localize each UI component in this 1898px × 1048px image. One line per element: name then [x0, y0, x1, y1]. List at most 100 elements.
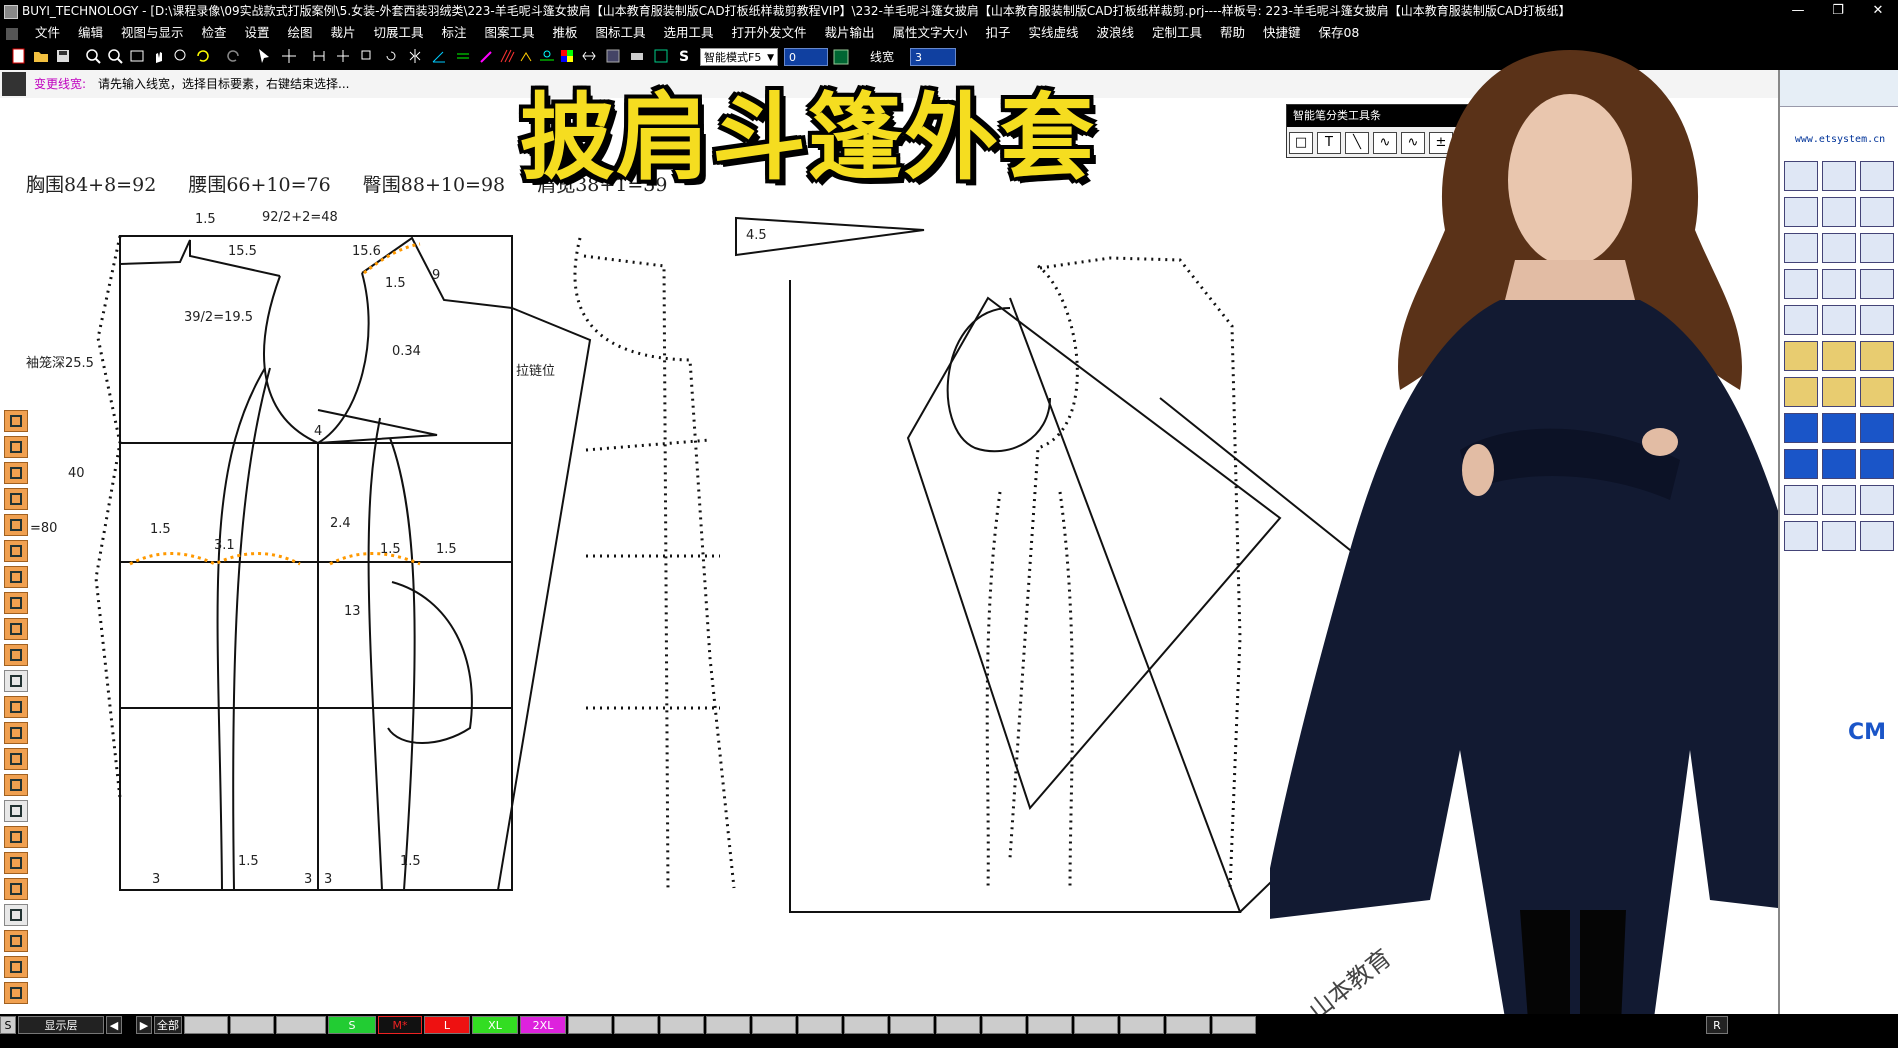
right-tool-button[interactable]: [1784, 269, 1818, 299]
menu-grading[interactable]: 推板: [545, 22, 584, 43]
copy-tool-icon[interactable]: [358, 47, 376, 65]
undo-icon[interactable]: [194, 47, 212, 65]
blank-layer-cell[interactable]: [276, 1016, 326, 1034]
blank-layer-cell[interactable]: [936, 1016, 980, 1034]
left-tool-button[interactable]: [4, 540, 28, 562]
fit-screen-icon[interactable]: [128, 47, 146, 65]
left-tool-button[interactable]: [4, 462, 28, 484]
menu-check[interactable]: 检查: [194, 22, 233, 43]
mirror-icon[interactable]: [406, 47, 424, 65]
blank-layer-cell[interactable]: [660, 1016, 704, 1034]
blank-layer-cell[interactable]: [1166, 1016, 1210, 1034]
s-toggle[interactable]: S: [0, 1016, 16, 1034]
right-tool-button[interactable]: [1860, 521, 1894, 551]
right-tool-button[interactable]: [1860, 485, 1894, 515]
pen-icon[interactable]: [478, 47, 496, 65]
cross-tool-icon[interactable]: [334, 47, 352, 65]
move-icon[interactable]: [280, 47, 298, 65]
left-tool-button[interactable]: [4, 852, 28, 874]
size-xl[interactable]: XL: [472, 1016, 518, 1034]
right-tool-button[interactable]: [1784, 197, 1818, 227]
open-folder-icon[interactable]: [32, 47, 50, 65]
right-tool-button[interactable]: [1860, 269, 1894, 299]
menu-view[interactable]: 视图与显示: [114, 22, 191, 43]
right-tool-button[interactable]: [1784, 521, 1818, 551]
blank-layer-cell[interactable]: [890, 1016, 934, 1034]
right-tool-button[interactable]: [1860, 197, 1894, 227]
right-tool-button[interactable]: [1822, 161, 1856, 191]
blank-layer-cell[interactable]: [1074, 1016, 1118, 1034]
angle-icon[interactable]: [430, 47, 448, 65]
prev-layer-button[interactable]: ◀: [106, 1016, 122, 1034]
menu-text-size[interactable]: 属性文字大小: [885, 22, 974, 43]
menu-slash-spread[interactable]: 切展工具: [366, 22, 430, 43]
minimize-button[interactable]: —: [1778, 0, 1818, 22]
hatch-icon[interactable]: [498, 47, 516, 65]
left-tool-button[interactable]: [4, 956, 28, 978]
right-tool-button[interactable]: [1822, 341, 1856, 371]
display-layer-button[interactable]: 显示层: [18, 1016, 104, 1034]
pan-hand-icon[interactable]: [150, 47, 168, 65]
save-icon[interactable]: [54, 47, 72, 65]
next-layer-button[interactable]: ▶: [136, 1016, 152, 1034]
left-tool-button[interactable]: [4, 748, 28, 770]
right-tool-button[interactable]: [1784, 161, 1818, 191]
menu-help[interactable]: 帮助: [1213, 22, 1252, 43]
blank-layer-cell[interactable]: [1212, 1016, 1256, 1034]
r-toggle[interactable]: R: [1706, 1016, 1728, 1034]
right-tool-button[interactable]: [1860, 449, 1894, 479]
right-tool-button[interactable]: [1822, 377, 1856, 407]
blank-layer-cell[interactable]: [568, 1016, 612, 1034]
right-tool-button[interactable]: [1860, 161, 1894, 191]
right-tool-button[interactable]: [1860, 341, 1894, 371]
menu-pattern-tools[interactable]: 图案工具: [477, 22, 541, 43]
right-tool-button[interactable]: [1784, 305, 1818, 335]
left-tool-button[interactable]: [4, 644, 28, 666]
right-tool-button[interactable]: [1860, 305, 1894, 335]
blank-layer-cell[interactable]: [982, 1016, 1026, 1034]
right-tool-button[interactable]: [1822, 233, 1856, 263]
blank-layer-cell[interactable]: [230, 1016, 274, 1034]
left-tool-button[interactable]: [4, 436, 28, 458]
close-button[interactable]: ✕: [1858, 0, 1898, 22]
zoom-out-icon[interactable]: [84, 47, 102, 65]
right-tool-button[interactable]: [1822, 413, 1856, 443]
all-layers-button[interactable]: 全部: [154, 1016, 182, 1034]
text-tool-button[interactable]: [4, 904, 28, 926]
right-tool-button[interactable]: [1822, 305, 1856, 335]
blank-layer-cell[interactable]: [614, 1016, 658, 1034]
menu-wave-line[interactable]: 波浪线: [1089, 22, 1141, 43]
left-tool-button[interactable]: [4, 410, 28, 432]
blank-layer-cell[interactable]: [798, 1016, 842, 1034]
size-2xl[interactable]: 2XL: [520, 1016, 566, 1034]
size-s[interactable]: S: [328, 1016, 376, 1034]
menu-draw[interactable]: 绘图: [280, 22, 319, 43]
blank-layer-cell[interactable]: [752, 1016, 796, 1034]
blank-layer-cell[interactable]: [844, 1016, 888, 1034]
redo-icon[interactable]: [224, 47, 242, 65]
restore-button[interactable]: ❐: [1818, 0, 1858, 22]
blank-layer-cell[interactable]: [184, 1016, 228, 1034]
left-tool-button[interactable]: [4, 696, 28, 718]
menu-solid-dashed[interactable]: 实线虚线: [1021, 22, 1085, 43]
system-menu-icon[interactable]: [6, 27, 18, 40]
right-tool-button[interactable]: [1822, 269, 1856, 299]
size-l[interactable]: L: [424, 1016, 470, 1034]
left-tool-button[interactable]: [4, 618, 28, 640]
size-m-base[interactable]: M*: [378, 1016, 422, 1034]
zoom-in-icon[interactable]: [106, 47, 124, 65]
parallel-icon[interactable]: [454, 47, 472, 65]
menu-file[interactable]: 文件: [28, 22, 67, 43]
new-file-icon[interactable]: [10, 47, 28, 65]
rotate-icon[interactable]: [382, 47, 400, 65]
menu-icon-tools[interactable]: 图标工具: [588, 22, 652, 43]
left-tool-button[interactable]: [4, 826, 28, 848]
menu-custom-tools[interactable]: 定制工具: [1145, 22, 1209, 43]
right-tool-button[interactable]: [1784, 377, 1818, 407]
menu-annotate[interactable]: 标注: [434, 22, 473, 43]
right-tool-button[interactable]: [1784, 485, 1818, 515]
right-tool-button[interactable]: [1784, 449, 1818, 479]
right-tool-button[interactable]: [1822, 449, 1856, 479]
blank-layer-cell[interactable]: [1120, 1016, 1164, 1034]
left-tool-button[interactable]: [4, 982, 28, 1004]
